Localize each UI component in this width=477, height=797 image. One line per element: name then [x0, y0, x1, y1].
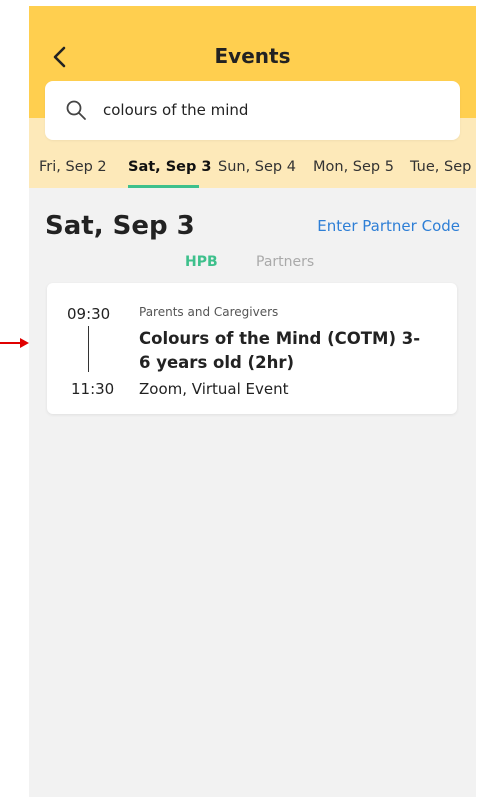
event-card[interactable]: 09:30 11:30 Parents and Caregivers Colou… — [47, 283, 457, 414]
search-input[interactable] — [103, 98, 443, 122]
app-screen: Events Fri, Sep 2 Sat, Sep 3 Sun, Sep 4 … — [29, 6, 476, 797]
date-tabs: Fri, Sep 2 Sat, Sep 3 Sun, Sep 4 Mon, Se… — [29, 150, 476, 188]
event-end-time: 11:30 — [71, 380, 115, 398]
active-tab-indicator — [128, 185, 199, 188]
time-divider — [88, 326, 89, 372]
event-title: Colours of the Mind (COTM) 3-6 years old… — [139, 329, 421, 372]
segment-partners[interactable]: Partners — [256, 254, 314, 270]
day-heading: Sat, Sep 3 — [45, 211, 195, 241]
search-icon — [66, 100, 86, 120]
event-location: Zoom, Virtual Event — [139, 380, 289, 398]
tab-sat-sep-3[interactable]: Sat, Sep 3 — [128, 159, 212, 175]
tab-sun-sep-4[interactable]: Sun, Sep 4 — [218, 159, 296, 175]
event-category: Parents and Caregivers — [139, 305, 279, 319]
segment-hpb[interactable]: HPB — [185, 254, 218, 270]
page-title: Events — [214, 44, 291, 68]
annotation-arrow — [0, 338, 29, 348]
search-bar[interactable] — [45, 81, 460, 140]
tab-fri-sep-2[interactable]: Fri, Sep 2 — [39, 159, 107, 175]
event-start-time: 09:30 — [67, 305, 111, 323]
tab-mon-sep-5[interactable]: Mon, Sep 5 — [313, 159, 394, 175]
enter-partner-code-link[interactable]: Enter Partner Code — [317, 217, 460, 235]
tab-tue-sep[interactable]: Tue, Sep — [410, 159, 471, 175]
